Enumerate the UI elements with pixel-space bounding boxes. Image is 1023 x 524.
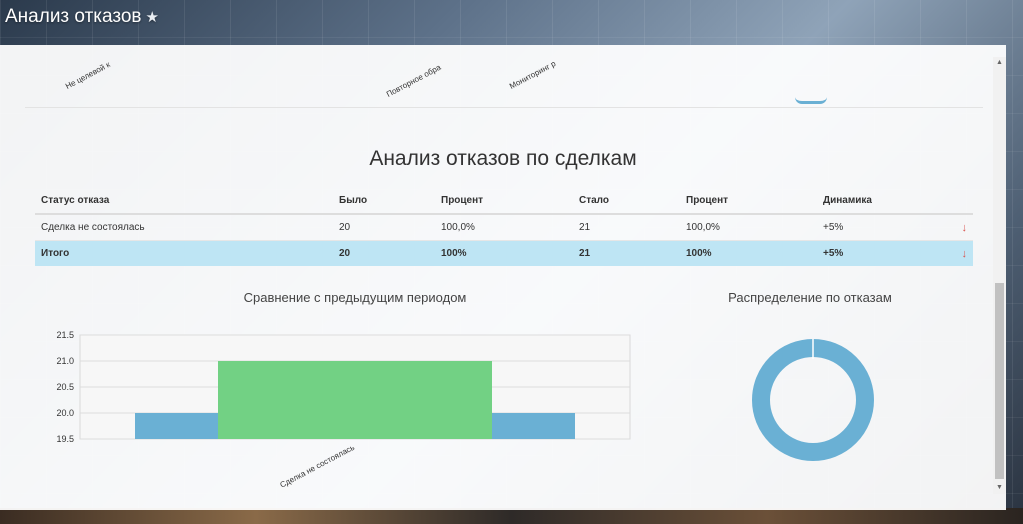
scroll-thumb[interactable]: [995, 283, 1004, 479]
divider: [25, 107, 983, 108]
page-header: Анализ отказов ★: [5, 6, 159, 28]
rejections-table: Статус отказа Было Процент Стало Процент…: [35, 187, 973, 266]
col-now: Стало: [573, 187, 680, 215]
donut-partial: [795, 97, 827, 104]
table-header-row: Статус отказа Было Процент Стало Процент…: [35, 187, 973, 215]
axis-label-top-2: Повторное обра: [385, 62, 443, 99]
col-now-pct: Процент: [680, 187, 817, 215]
bar-chart: 21.5 21.0 20.5 20.0 19.5 Сделка не состоялась: [56, 330, 631, 490]
cell-now-pct: 100,0%: [680, 214, 817, 241]
total-was-pct: 100%: [435, 240, 573, 266]
donut-slice: [752, 339, 874, 461]
col-arrow: [937, 187, 973, 215]
page-title: Анализ отказов: [5, 6, 142, 27]
y-tick-label: 21.5: [56, 330, 74, 340]
scroll-down-icon[interactable]: ▼: [993, 482, 1006, 494]
bar-current: [218, 361, 492, 439]
cell-dynamic: +5%: [817, 214, 937, 241]
table-row[interactable]: Сделка не состоялась 20 100,0% 21 100,0%…: [35, 214, 973, 241]
y-tick-label: 20.5: [56, 382, 74, 392]
y-tick-label: 19.5: [56, 434, 74, 444]
x-tick-label: Сделка не состоялась: [278, 443, 355, 490]
total-status: Итого: [35, 240, 333, 266]
total-dynamic: +5%: [817, 240, 937, 266]
col-status: Статус отказа: [35, 187, 333, 215]
col-was-pct: Процент: [435, 187, 573, 215]
bar-chart-title: Сравнение с предыдущим периодом: [243, 290, 467, 305]
section-title: Анализ отказов по сделкам: [369, 147, 637, 170]
total-now-pct: 100%: [680, 240, 817, 266]
cell-status: Сделка не состоялась: [35, 214, 333, 241]
cell-was: 20: [333, 214, 435, 241]
arrow-down-icon: ↓: [937, 214, 973, 241]
vertical-scrollbar[interactable]: ▲ ▼: [993, 57, 1006, 494]
donut-chart: [752, 339, 874, 461]
donut-chart-title: Распределение по отказам: [728, 290, 892, 305]
axis-label-top-1: Не целевой к: [64, 59, 112, 91]
table-total-row: Итого 20 100% 21 100% +5% ↓: [35, 240, 973, 266]
star-icon[interactable]: ★: [146, 9, 159, 26]
cell-now: 21: [573, 214, 680, 241]
scroll-up-icon[interactable]: ▲: [993, 57, 1006, 69]
axis-label-top-3: Мониторинг р: [508, 59, 558, 91]
y-tick-label: 20.0: [56, 408, 74, 418]
col-was: Было: [333, 187, 435, 215]
report-panel: Не целевой к Повторное обра Мониторинг р…: [0, 45, 1006, 510]
col-dynamic: Динамика: [817, 187, 937, 215]
total-was: 20: [333, 240, 435, 266]
background-strip: [0, 508, 1023, 524]
cell-was-pct: 100,0%: [435, 214, 573, 241]
arrow-down-icon: ↓: [937, 240, 973, 266]
y-tick-label: 21.0: [56, 356, 74, 366]
total-now: 21: [573, 240, 680, 266]
